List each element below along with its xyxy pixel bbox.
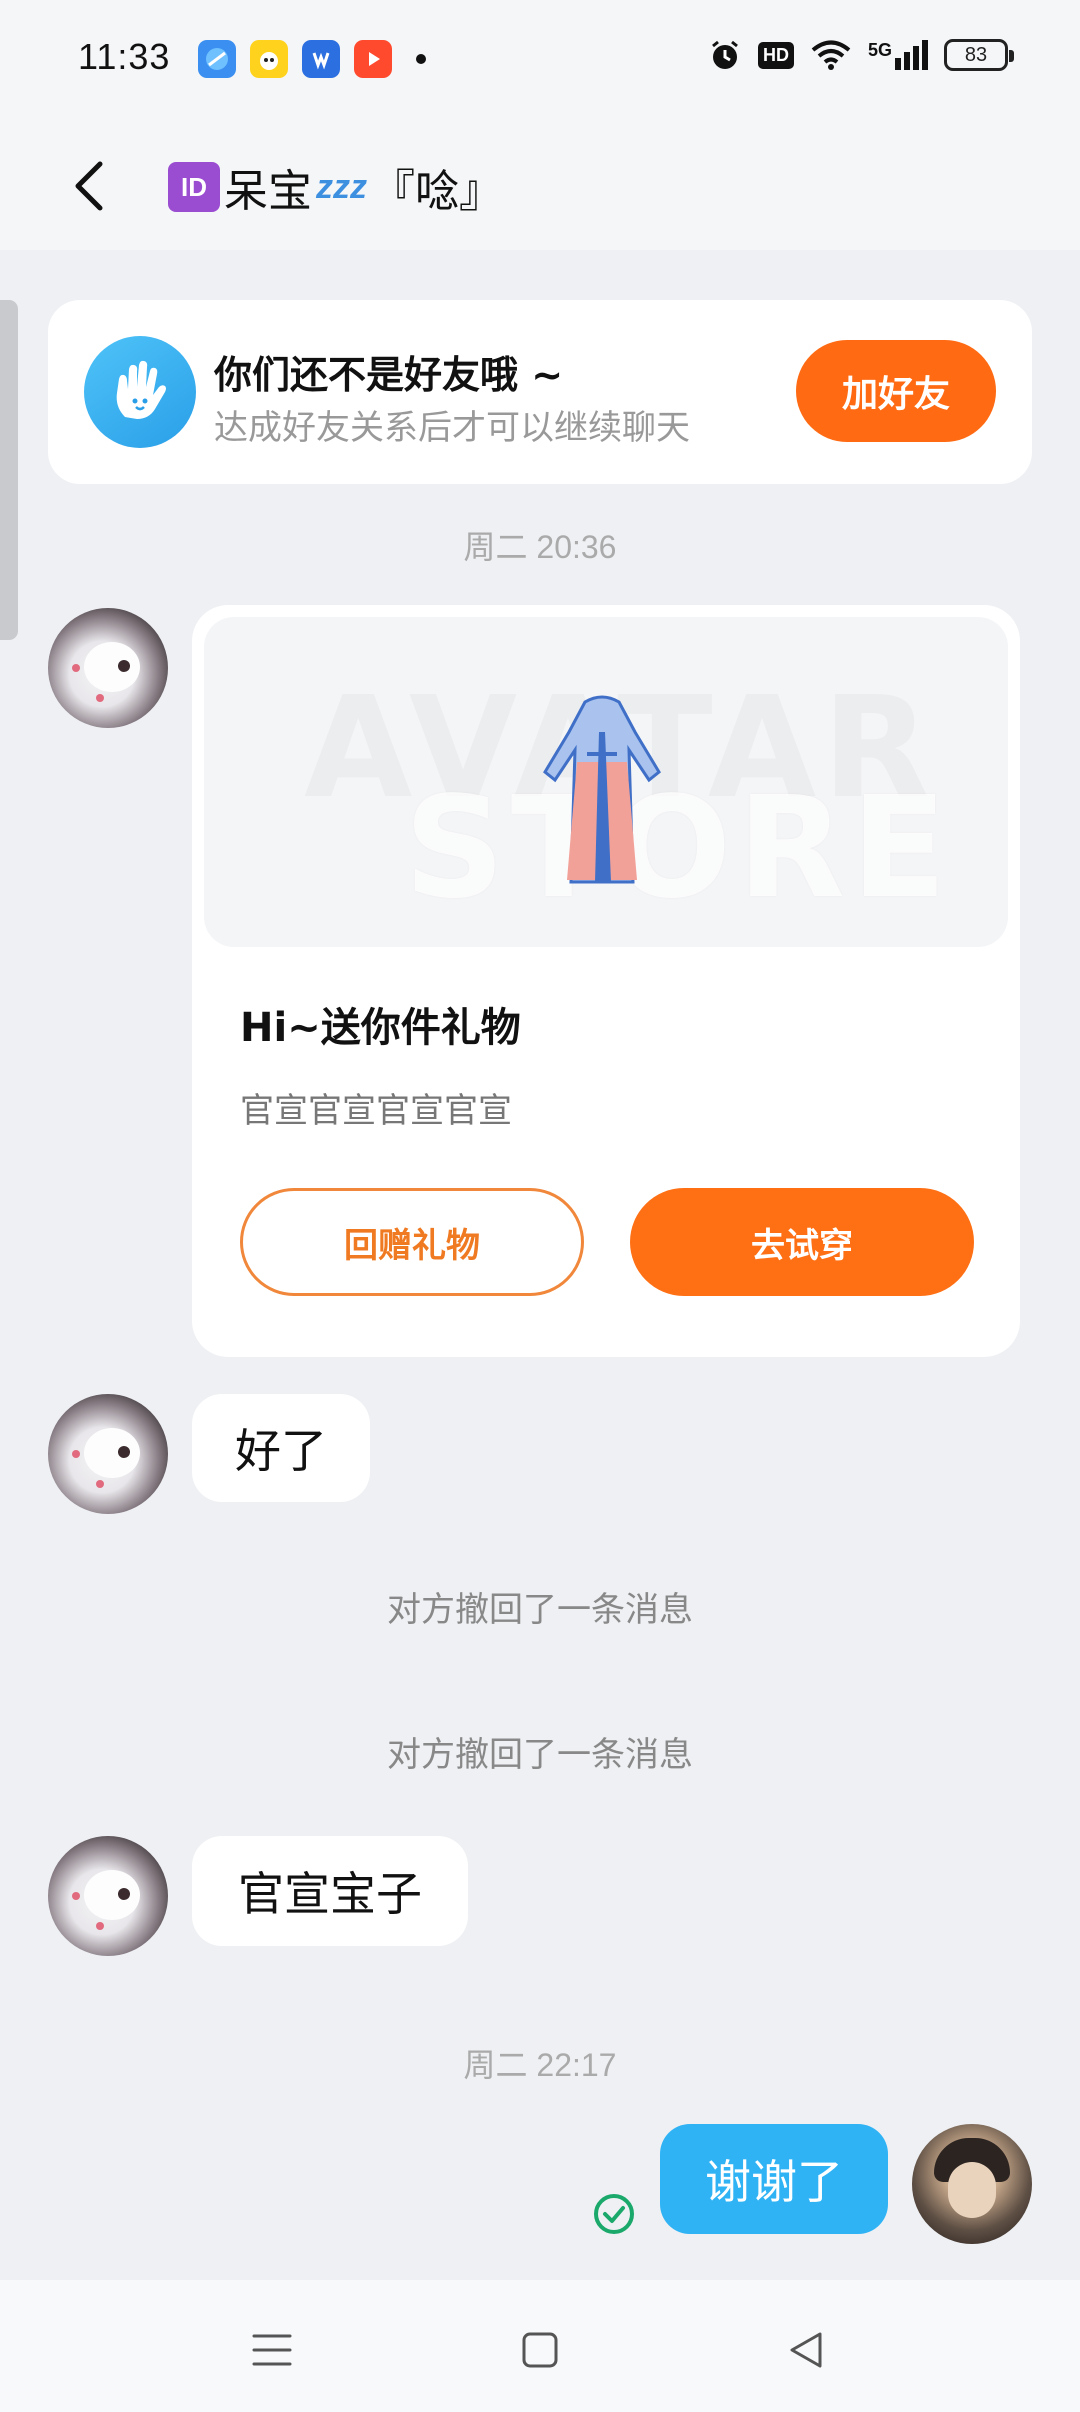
chat-title-name: 呆宝 — [224, 166, 312, 217]
hd-badge: HD — [757, 41, 794, 69]
wifi-icon — [811, 40, 851, 70]
gift-title: Hi~送你件礼物 — [240, 1005, 521, 1051]
game-icon — [250, 40, 288, 78]
friend-notice-subtitle: 达成好友关系后才可以继续聊天 — [214, 408, 690, 448]
chat-title-suffix: 『唸』 — [371, 166, 503, 217]
friend-notice-card: 你们还不是好友哦 ~ 达成好友关系后才可以继续聊天 加好友 — [48, 300, 1032, 484]
outgoing-message[interactable]: 谢谢了 — [660, 2124, 888, 2234]
video-icon — [354, 40, 392, 78]
message-timestamp: 周二 22:17 — [463, 2047, 617, 2083]
chat-header: ID 呆宝 zzz 『唸』 — [0, 125, 1080, 250]
back-nav-button[interactable] — [766, 2310, 846, 2390]
home-square-icon — [522, 2332, 558, 2368]
wave-hand-icon — [84, 336, 196, 448]
battery-indicator: 83 — [944, 39, 1014, 71]
watermark-text-2: STORE — [404, 767, 953, 930]
menu-icon — [252, 2334, 292, 2366]
notification-icons — [198, 40, 426, 78]
chevron-left-icon — [75, 161, 103, 211]
home-button[interactable] — [500, 2310, 580, 2390]
menu-button[interactable] — [232, 2310, 312, 2390]
my-avatar[interactable] — [912, 2124, 1032, 2244]
game-icon-2 — [302, 40, 340, 78]
message-timestamp: 周二 20:36 — [463, 529, 617, 565]
gift-description: 官宣官宣官宣官宣 — [240, 1091, 512, 1131]
back-button[interactable] — [55, 151, 125, 221]
id-badge-icon: ID — [168, 162, 220, 212]
dress-icon — [543, 695, 661, 884]
gift-card[interactable]: AVATAR STORE Hi~送你件礼物 官宣官宣官宣官宣 回赠礼物 去试穿 — [192, 605, 1020, 1357]
triangle-back-icon — [790, 2332, 822, 2368]
add-friend-button[interactable]: 加好友 — [796, 340, 996, 442]
incoming-message[interactable]: 官宣宝子 — [192, 1836, 468, 1946]
browser-icon — [198, 40, 236, 78]
more-notifications-dot — [416, 54, 426, 64]
contact-avatar[interactable] — [48, 1394, 168, 1514]
system-nav-bar — [0, 2280, 1080, 2412]
recall-notice: 对方撤回了一条消息 — [387, 1735, 693, 1775]
try-on-button[interactable]: 去试穿 — [630, 1188, 974, 1296]
status-time: 11:33 — [78, 36, 171, 77]
signal-icon: 5G — [868, 40, 928, 70]
zzz-icon: zzz — [316, 167, 367, 206]
chat-title: ID 呆宝 zzz 『唸』 — [168, 155, 503, 219]
alarm-icon — [712, 40, 738, 69]
friend-notice-title: 你们还不是好友哦 ~ — [214, 353, 564, 397]
contact-avatar[interactable] — [48, 1836, 168, 1956]
recall-notice: 对方撤回了一条消息 — [387, 1590, 693, 1630]
scroll-handle[interactable] — [0, 300, 18, 640]
incoming-message[interactable]: 好了 — [192, 1394, 370, 1502]
return-gift-button[interactable]: 回赠礼物 — [240, 1188, 584, 1296]
battery-level: 83 — [964, 43, 988, 66]
status-indicators: HD 5G 83 — [708, 38, 1014, 72]
contact-avatar[interactable] — [48, 608, 168, 728]
status-bar: 11:33 HD 5G 83 — [0, 0, 1080, 125]
network-label: 5G — [867, 40, 892, 60]
gift-image: AVATAR STORE — [204, 617, 1008, 947]
read-check-icon — [594, 2194, 634, 2234]
